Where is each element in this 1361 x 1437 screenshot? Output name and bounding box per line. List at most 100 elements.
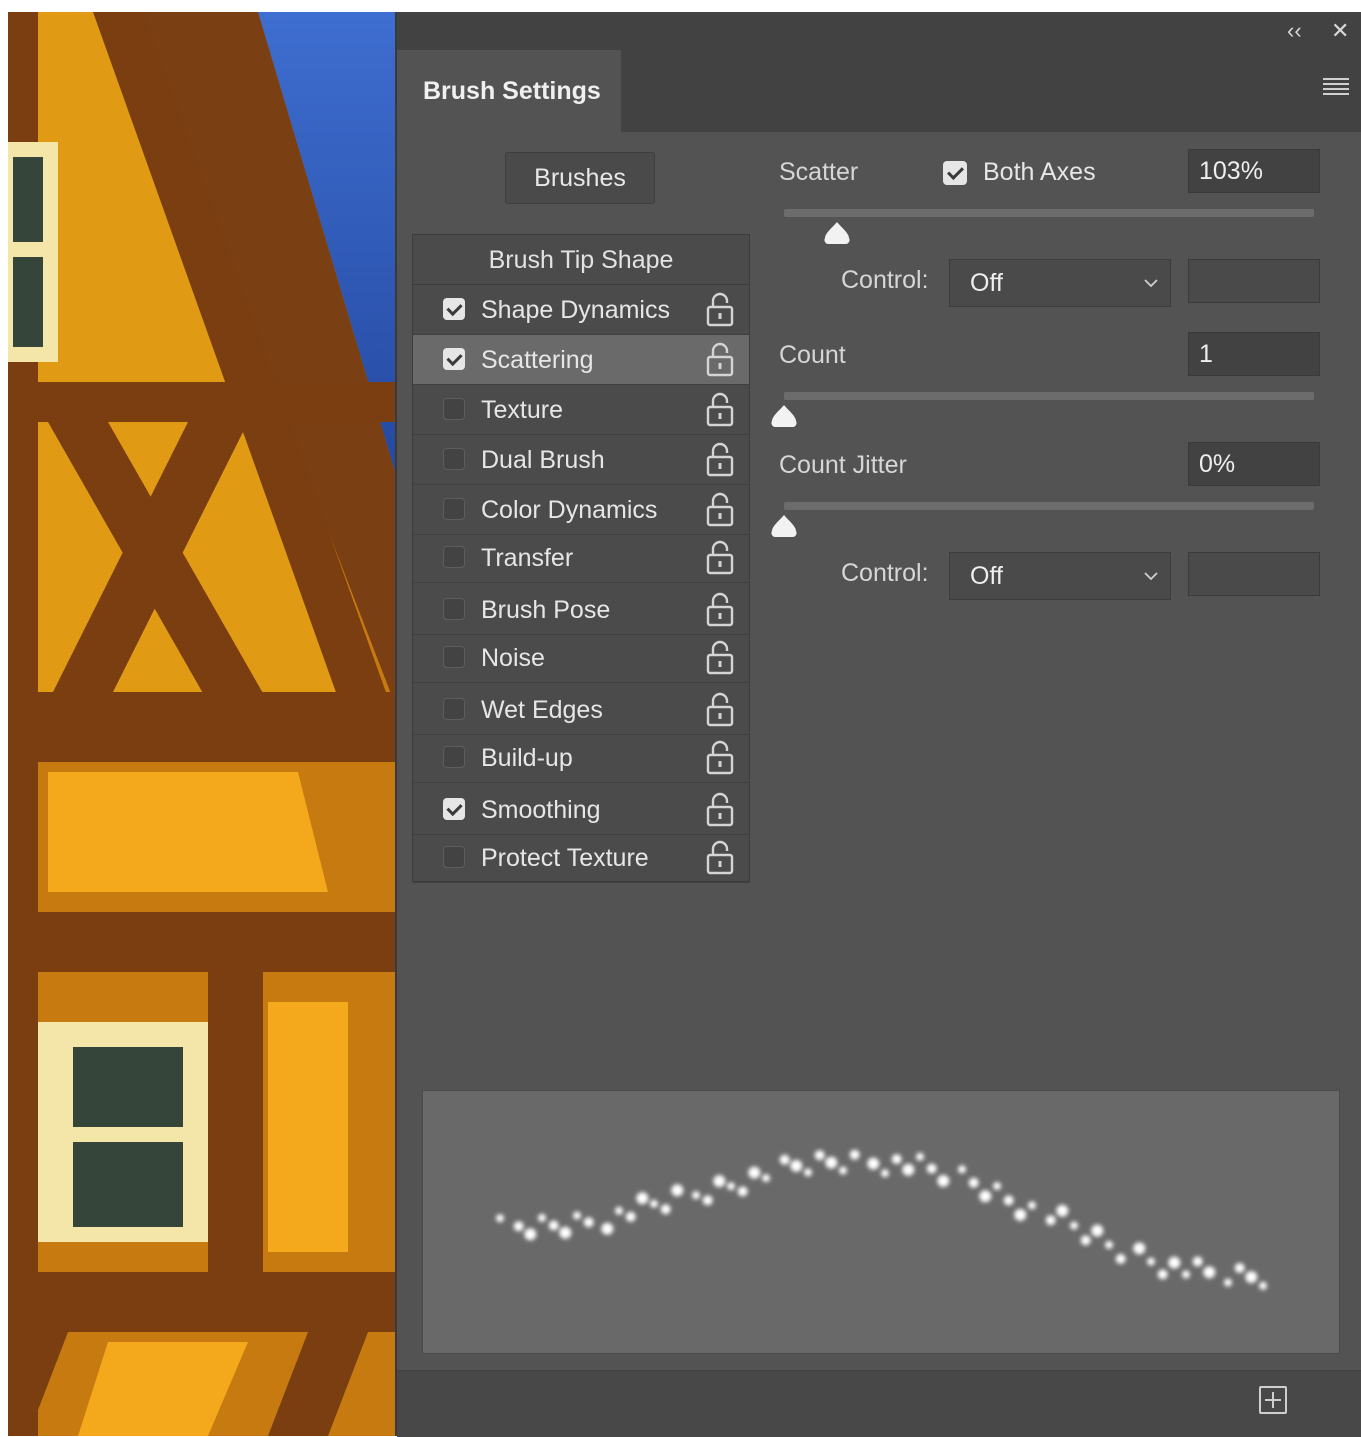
preview-dot: [496, 1214, 504, 1223]
option-color-dynamics[interactable]: Color Dynamics: [413, 485, 749, 535]
lock-icon[interactable]: [705, 692, 735, 728]
lock-icon[interactable]: [705, 740, 735, 776]
option-smoothing[interactable]: Smoothing: [413, 785, 749, 835]
lock-icon[interactable]: [705, 442, 735, 478]
brush-tip-shape-item[interactable]: Brush Tip Shape: [413, 235, 749, 285]
option-texture[interactable]: Texture: [413, 385, 749, 435]
option-checkbox[interactable]: [443, 498, 465, 520]
option-checkbox[interactable]: [443, 546, 465, 568]
preview-dot: [524, 1228, 537, 1241]
preview-dot: [1045, 1215, 1056, 1226]
preview-dot: [1091, 1224, 1104, 1237]
option-dual-brush[interactable]: Dual Brush: [413, 435, 749, 485]
new-preset-icon[interactable]: [1259, 1386, 1287, 1414]
option-checkbox[interactable]: [443, 746, 465, 768]
control-extra-field: [1188, 259, 1320, 303]
preview-dot: [1157, 1269, 1168, 1280]
lock-icon[interactable]: [705, 292, 735, 328]
option-noise[interactable]: Noise: [413, 633, 749, 683]
preview-dot: [902, 1163, 915, 1176]
preview-dot: [916, 1152, 924, 1161]
option-shape-dynamics[interactable]: Shape Dynamics: [413, 285, 749, 335]
preview-dot: [979, 1190, 992, 1203]
brush-options-list: Brush Tip Shape Shape Dynamics Scattering…: [412, 234, 750, 883]
option-checkbox[interactable]: [443, 348, 465, 370]
control2-dropdown[interactable]: Off: [949, 552, 1171, 600]
option-wet-edges[interactable]: Wet Edges: [413, 685, 749, 735]
preview-dot: [713, 1175, 726, 1188]
lock-icon[interactable]: [705, 392, 735, 428]
count-label: Count: [779, 341, 846, 369]
control2-label: Control:: [841, 559, 929, 587]
count-jitter-slider-track[interactable]: [784, 502, 1314, 510]
preview-dot: [1182, 1270, 1190, 1279]
close-icon[interactable]: ✕: [1331, 18, 1349, 44]
count-slider-track[interactable]: [784, 392, 1314, 400]
preview-dot: [1014, 1208, 1027, 1221]
control-label: Control:: [841, 266, 929, 294]
option-label: Color Dynamics: [481, 496, 658, 524]
option-protect-texture[interactable]: Protect Texture: [413, 833, 749, 883]
background-photo: [8, 12, 398, 1436]
preview-dot: [1056, 1204, 1069, 1217]
option-transfer[interactable]: Transfer: [413, 533, 749, 583]
preview-dot: [825, 1156, 838, 1169]
control-dropdown[interactable]: Off: [949, 259, 1171, 307]
preview-dot: [1080, 1235, 1091, 1246]
preview-dot: [1245, 1271, 1258, 1284]
control-dropdown-value: Off: [970, 269, 1003, 297]
preview-dot: [926, 1163, 937, 1174]
preview-dot: [849, 1149, 860, 1160]
count-jitter-value-field[interactable]: 0%: [1188, 442, 1320, 486]
brushes-button[interactable]: Brushes: [505, 152, 655, 204]
control2-extra-field: [1188, 552, 1320, 596]
preview-dot: [692, 1191, 700, 1200]
preview-dot: [881, 1169, 889, 1178]
option-checkbox[interactable]: [443, 798, 465, 820]
preview-dot: [1115, 1253, 1126, 1264]
option-brush-pose[interactable]: Brush Pose: [413, 585, 749, 635]
scatter-slider-track[interactable]: [784, 209, 1314, 217]
count-slider-thumb[interactable]: [769, 403, 799, 429]
option-checkbox[interactable]: [443, 646, 465, 668]
panel-footer: [397, 1370, 1361, 1437]
option-build-up[interactable]: Build-up: [413, 733, 749, 783]
preview-dot: [1070, 1221, 1078, 1230]
option-label: Scattering: [481, 346, 594, 374]
count-jitter-slider-thumb[interactable]: [769, 513, 799, 539]
lock-icon[interactable]: [705, 342, 735, 378]
scatter-slider-thumb[interactable]: [822, 220, 852, 246]
lock-icon[interactable]: [705, 540, 735, 576]
option-checkbox[interactable]: [443, 598, 465, 620]
option-label: Smoothing: [481, 796, 601, 824]
option-label: Noise: [481, 644, 545, 672]
option-checkbox[interactable]: [443, 448, 465, 470]
preview-dot: [548, 1220, 559, 1231]
option-checkbox[interactable]: [443, 846, 465, 868]
option-label: Protect Texture: [481, 844, 649, 872]
lock-icon[interactable]: [705, 592, 735, 628]
lock-icon[interactable]: [705, 792, 735, 828]
preview-dot: [538, 1213, 546, 1222]
preview-dot: [1168, 1256, 1181, 1269]
tab-brush-settings[interactable]: Brush Settings: [397, 50, 621, 132]
both-axes-checkbox[interactable]: [943, 161, 967, 185]
option-checkbox[interactable]: [443, 398, 465, 420]
preview-dot: [737, 1186, 748, 1197]
option-scattering[interactable]: Scattering: [413, 335, 749, 385]
preview-dot: [601, 1222, 614, 1235]
lock-icon[interactable]: [705, 492, 735, 528]
lock-icon[interactable]: [705, 840, 735, 876]
option-checkbox[interactable]: [443, 298, 465, 320]
preview-dot: [660, 1204, 671, 1215]
double-chevron-left-icon[interactable]: ‹‹: [1287, 18, 1302, 44]
panel-menu-icon[interactable]: [1323, 78, 1349, 96]
option-checkbox[interactable]: [443, 698, 465, 720]
count-value-field[interactable]: 1: [1188, 332, 1320, 376]
lock-icon[interactable]: [705, 640, 735, 676]
preview-dot: [814, 1150, 825, 1161]
preview-dot: [891, 1154, 902, 1165]
preview-dot: [993, 1182, 1001, 1191]
scatter-value-field[interactable]: 103%: [1188, 149, 1320, 193]
preview-dot: [968, 1177, 979, 1188]
